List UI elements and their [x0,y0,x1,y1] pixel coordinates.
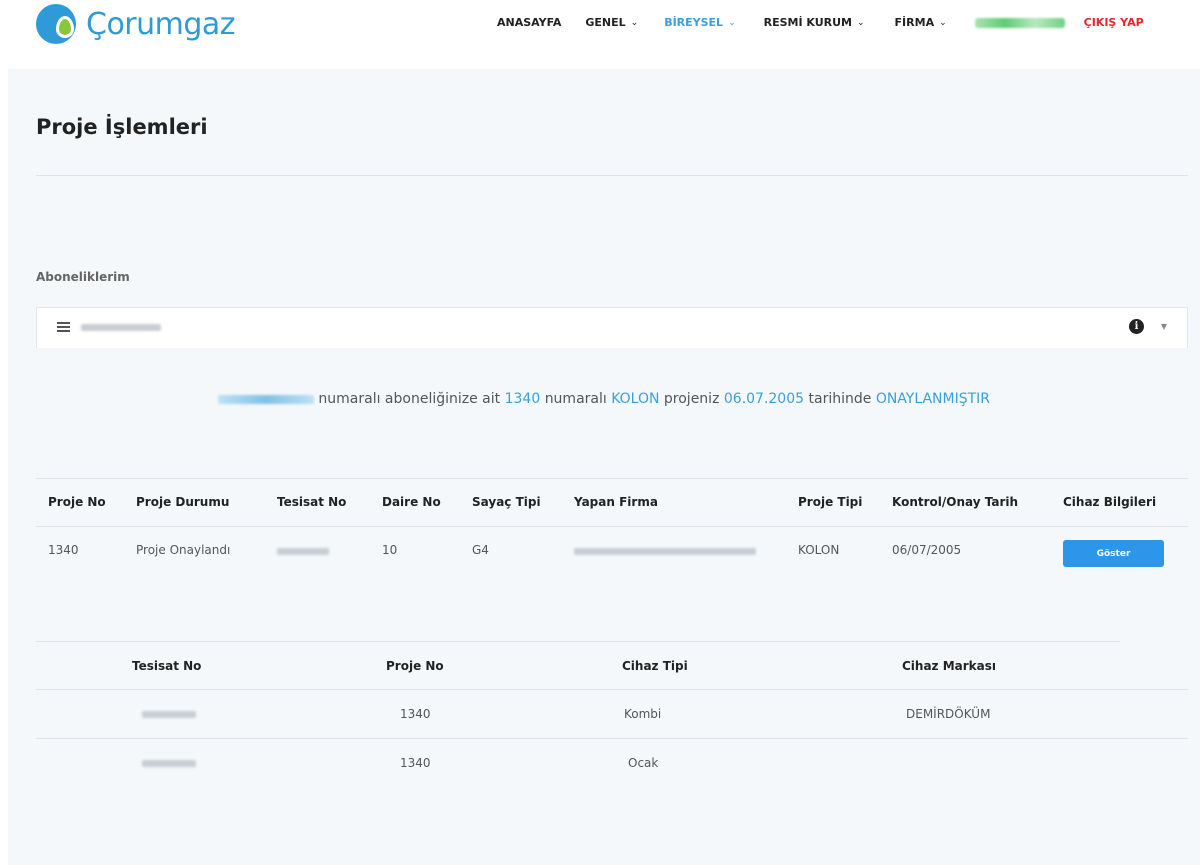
logout-label: ÇIKIŞ YAP [1083,16,1144,29]
brand-name: Çorumgaz [86,6,236,42]
nav-label: RESMİ KURUM [763,16,852,29]
table-rule [36,526,1188,527]
cell-device-type: Kombi [624,707,662,721]
cell-installation-no [277,548,329,555]
notice-text: numaralı [544,391,607,407]
nav-item-home[interactable]: ANASAYFA [497,16,561,29]
page-title: Proje İşlemleri [36,115,208,139]
notice-date: 06.07.2005 [723,391,805,407]
caret-down-icon[interactable]: ▼ [1161,322,1167,331]
nav-item-individual[interactable]: BİREYSEL ⌄ [664,16,735,29]
info-icon[interactable]: i [1129,319,1144,334]
cell-installation-no [142,711,196,718]
subscription-number [217,394,314,404]
table-rule [36,478,1188,479]
table-rule [36,641,1120,642]
nav-label: BİREYSEL [664,16,724,29]
col-header: Sayaç Tipi [472,495,541,509]
col-header: Yapan Firma [574,495,658,509]
cell-project-no: 1340 [48,543,79,557]
notice-status: ONAYLANMIŞTIR [875,391,991,407]
main-content: Proje İşlemleri Aboneliklerim i ▼ numara… [8,69,1200,865]
cell-device-type: Ocak [628,756,659,770]
col-header: Tesisat No [132,659,202,673]
logo-icon [36,4,78,44]
notice-text: numaralı aboneliğinize ait [318,391,501,407]
col-header: Proje No [386,659,444,673]
list-icon [57,322,70,332]
project-notice: numaralı aboneliğinize ait 1340 numaralı… [8,391,1200,407]
chevron-down-icon: ⌄ [728,17,736,28]
brand-logo[interactable]: Çorumgaz [36,4,236,44]
cell-project-no: 1340 [400,756,431,770]
chevron-down-icon: ⌄ [939,17,947,28]
subscription-value [81,324,161,331]
subscription-select[interactable]: i ▼ [36,307,1188,348]
nav-label: ANASAYFA [497,16,562,29]
cell-project-status: Proje Onaylandı [136,543,231,557]
notice-project-type: KOLON [611,391,660,407]
nav-item-general[interactable]: GENEL ⌄ [585,16,638,29]
cell-device-brand: DEMİRDÖKÜM [906,707,991,721]
nav-item-company[interactable]: FİRMA ⌄ [895,16,947,29]
cell-project-type: KOLON [798,543,840,557]
logout-button[interactable]: ÇIKIŞ YAP [1084,16,1144,29]
main-nav: ANASAYFA GENEL ⌄ BİREYSEL ⌄ RESMİ KURUM … [497,16,1144,29]
col-header: Proje Durumu [136,495,230,509]
notice-text: projeniz [663,391,720,407]
col-header: Daire No [382,495,441,509]
notice-project-no: 1340 [504,391,541,407]
cell-installation-no [142,760,196,767]
nav-label: FİRMA [894,16,935,29]
col-header: Kontrol/Onay Tarih [892,495,1019,509]
notice-text: tarihinde [808,391,872,407]
cell-approval-date: 06/07/2005 [892,543,962,557]
col-header: Proje Tipi [798,495,863,509]
col-header: Proje No [48,495,106,509]
site-header: Çorumgaz ANASAYFA GENEL ⌄ BİREYSEL ⌄ RES… [0,0,1200,62]
subscriptions-label: Aboneliklerim [36,270,130,284]
nav-user-name[interactable] [974,17,1065,28]
nav-item-official[interactable]: RESMİ KURUM ⌄ [764,16,865,29]
divider [36,175,1188,176]
chevron-down-icon: ⌄ [630,17,639,28]
cell-flat-no: 10 [382,543,398,557]
chevron-down-icon: ⌄ [857,17,865,28]
nav-label: GENEL [585,16,626,29]
cell-company [574,548,756,555]
cell-project-no: 1340 [400,707,431,721]
show-devices-button[interactable]: Göster [1063,540,1164,567]
col-header: Tesisat No [277,495,347,509]
col-header: Cihaz Markası [902,659,997,673]
cell-meter-type: G4 [472,543,489,557]
col-header: Cihaz Bilgileri [1063,495,1157,509]
table-rule [36,689,1188,690]
table-rule [36,738,1188,739]
col-header: Cihaz Tipi [622,659,688,673]
